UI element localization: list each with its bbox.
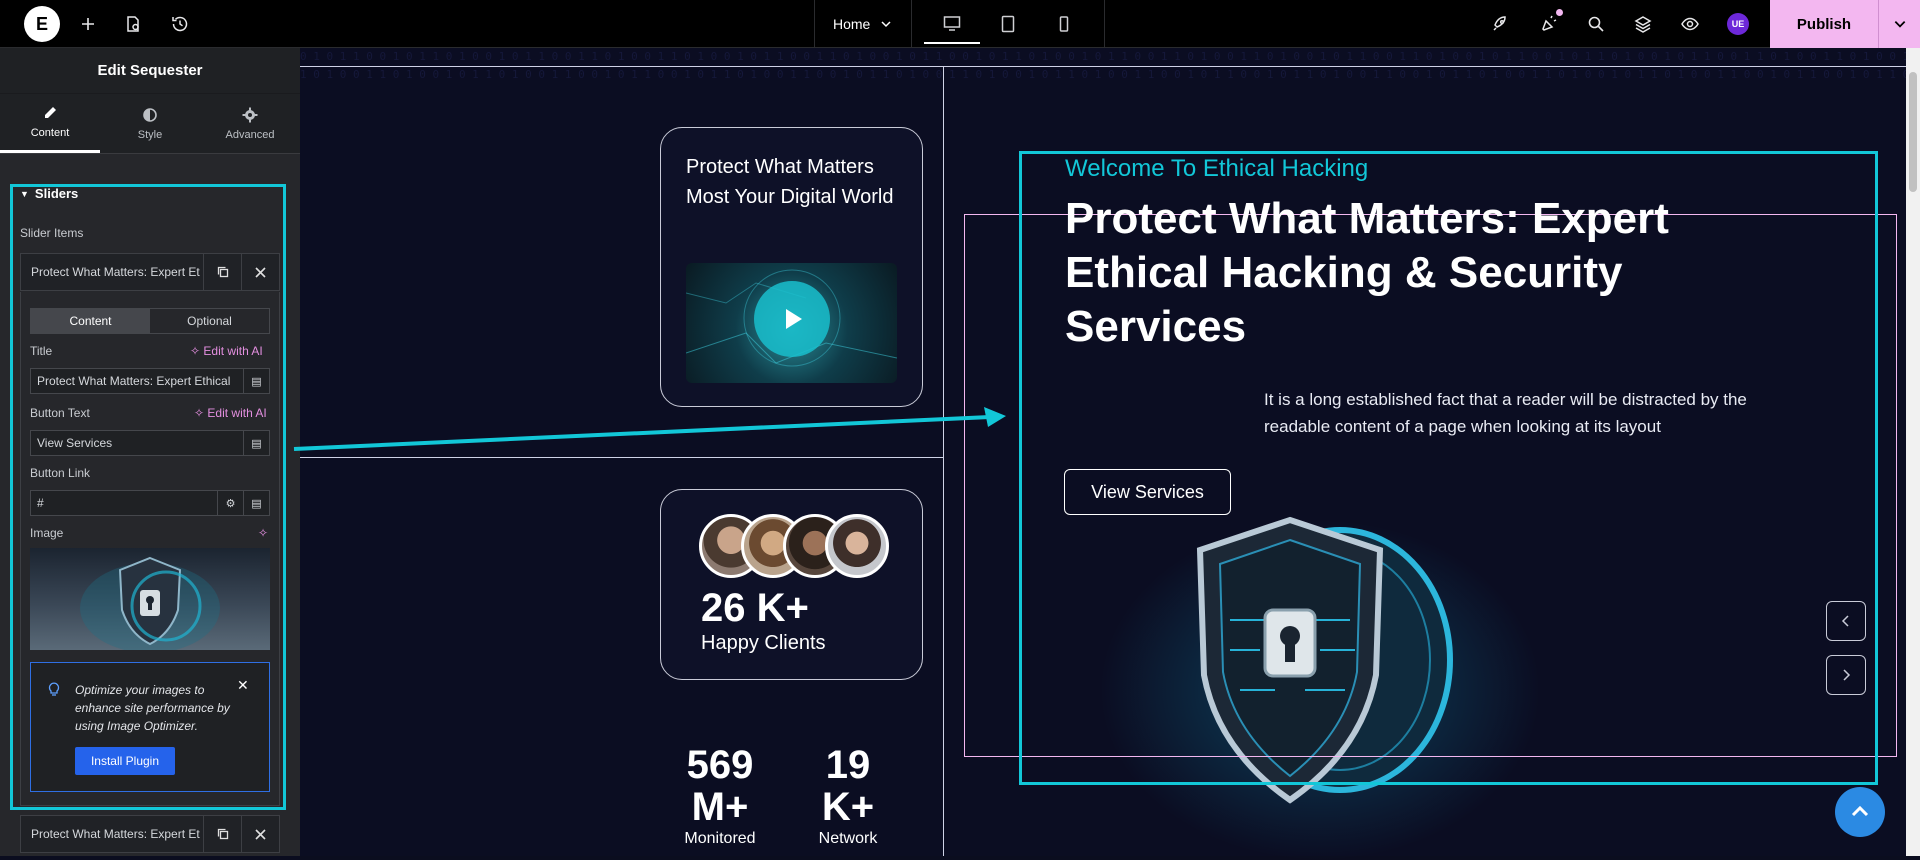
edit-with-ai-button-text[interactable]: ✧ Edit with AI <box>194 406 267 420</box>
search-icon[interactable] <box>1580 8 1612 40</box>
page-settings-icon[interactable] <box>117 8 149 40</box>
duplicate-icon[interactable] <box>203 253 241 291</box>
clients-card: 26 K+ Happy Clients <box>660 489 923 680</box>
client-avatars <box>699 514 889 580</box>
dynamic-tags-icon[interactable]: ▤ <box>243 369 269 393</box>
publish-options-dropdown[interactable] <box>1878 0 1920 48</box>
lightbulb-icon <box>48 682 60 696</box>
link-options-gear-icon[interactable]: ⚙ <box>217 491 243 515</box>
page-selector[interactable]: Home <box>814 0 912 48</box>
tab-item-content[interactable]: Content <box>31 309 150 333</box>
add-element-icon[interactable] <box>72 8 104 40</box>
desktop-view-icon[interactable] <box>924 8 980 44</box>
monitored-label: Monitored <box>684 830 756 847</box>
network-count: 19 K+ <box>821 743 875 829</box>
network-label: Network <box>818 830 878 847</box>
duplicate-icon[interactable] <box>203 815 241 853</box>
tab-style[interactable]: Style <box>100 94 200 153</box>
ai-image-icon[interactable]: ✧ <box>258 526 268 540</box>
notice-text: Optimize your images to enhance site per… <box>75 683 230 733</box>
scrollbar-thumb[interactable] <box>1909 72 1917 192</box>
title-label: Title <box>30 344 53 358</box>
slider-item-1-header[interactable]: Protect What Matters: Expert Et <box>20 253 280 291</box>
slider-item-1-title: Protect What Matters: Expert Et <box>31 265 200 279</box>
dynamic-tags-icon[interactable]: ▤ <box>243 491 269 515</box>
scroll-to-top-button[interactable] <box>1835 787 1885 837</box>
hero-kicker: Welcome To Ethical Hacking <box>1065 155 1369 182</box>
chevron-left-icon <box>1841 615 1849 627</box>
chevron-up-icon <box>1851 805 1869 817</box>
video-card-title: Protect What Matters Most Your Digital W… <box>686 156 894 208</box>
chevron-down-icon <box>1894 21 1905 28</box>
image-optimizer-notice: Optimize your images to enhance site per… <box>30 662 270 792</box>
editor-topbar: E Home UE Publish <box>0 0 1920 48</box>
publish-button[interactable]: Publish <box>1770 0 1878 48</box>
avatar <box>825 514 889 578</box>
panel-heading: Edit Sequester <box>0 48 300 94</box>
tab-content[interactable]: Content <box>0 94 100 153</box>
button-link-field: ⚙ ▤ <box>30 490 270 516</box>
pencil-icon <box>45 107 56 118</box>
preview-eye-icon[interactable] <box>1674 8 1706 40</box>
tab-item-optional[interactable]: Optional <box>150 309 269 333</box>
video-thumbnail[interactable] <box>686 263 897 383</box>
slider-prev-button[interactable] <box>1826 601 1866 641</box>
guide-line <box>300 66 1920 67</box>
title-input[interactable] <box>31 374 243 388</box>
page-name: Home <box>833 16 871 32</box>
annotation-arrow <box>293 407 1006 451</box>
view-services-button[interactable]: View Services <box>1064 469 1231 515</box>
video-card: Protect What Matters Most Your Digital W… <box>660 127 923 407</box>
tablet-view-icon[interactable] <box>980 10 1036 38</box>
elementor-logo-button[interactable]: E <box>24 6 60 42</box>
play-icon <box>786 309 802 329</box>
hero-description: It is a long established fact that a rea… <box>1264 390 1747 436</box>
structure-layers-icon[interactable] <box>1627 8 1659 40</box>
image-label: Image <box>30 526 64 540</box>
slider-item-tabs: Content Optional <box>30 308 270 334</box>
clients-count: 26 K+ <box>701 586 809 630</box>
gear-icon <box>242 107 258 122</box>
caret-down-icon: ▼ <box>20 188 29 199</box>
button-text-label: Button Text <box>30 406 90 420</box>
title-field: ▤ <box>30 368 270 394</box>
tab-advanced[interactable]: Advanced <box>200 94 300 153</box>
guide-line <box>943 66 944 856</box>
panel-tabs: Content Style Advanced <box>0 94 300 154</box>
close-notice-icon[interactable]: ✕ <box>237 677 249 694</box>
dynamic-tags-icon[interactable]: ▤ <box>243 431 269 455</box>
rocket-icon[interactable] <box>1484 8 1516 40</box>
edit-with-ai-title[interactable]: ✧ Edit with AI <box>190 344 263 358</box>
chevron-right-icon <box>1843 669 1851 681</box>
history-icon[interactable] <box>164 8 196 40</box>
slider-next-button[interactable] <box>1826 655 1866 695</box>
clients-label: Happy Clients <box>701 632 826 654</box>
slider-item-2-title: Protect What Matters: Expert Et <box>31 827 200 841</box>
contrast-icon <box>143 107 157 122</box>
user-avatar[interactable]: UE <box>1727 13 1749 35</box>
button-text-field: ▤ <box>30 430 270 456</box>
mobile-view-icon[interactable] <box>1036 10 1092 38</box>
device-switcher <box>912 0 1105 48</box>
notification-dot <box>1556 9 1563 16</box>
button-link-input[interactable] <box>31 496 217 510</box>
remove-icon[interactable] <box>241 253 279 291</box>
slider-item-2-header[interactable]: Protect What Matters: Expert Et <box>20 815 280 853</box>
slider-items-label: Slider Items <box>20 226 84 240</box>
install-plugin-button[interactable]: Install Plugin <box>75 747 175 775</box>
monitored-count: 569 M+ <box>686 743 754 829</box>
shield-lock-thumbnail <box>80 556 220 650</box>
play-button[interactable] <box>754 281 830 357</box>
button-text-input[interactable] <box>31 436 243 450</box>
hero-title: Protect What Matters: Expert Ethical Hac… <box>1065 194 1669 351</box>
remove-icon[interactable] <box>241 815 279 853</box>
chevron-down-icon <box>881 21 891 28</box>
image-preview[interactable] <box>30 548 270 650</box>
canvas-scrollbar[interactable] <box>1906 48 1920 856</box>
sliders-section-toggle[interactable]: ▼ Sliders <box>20 186 78 201</box>
button-link-label: Button Link <box>30 466 91 480</box>
